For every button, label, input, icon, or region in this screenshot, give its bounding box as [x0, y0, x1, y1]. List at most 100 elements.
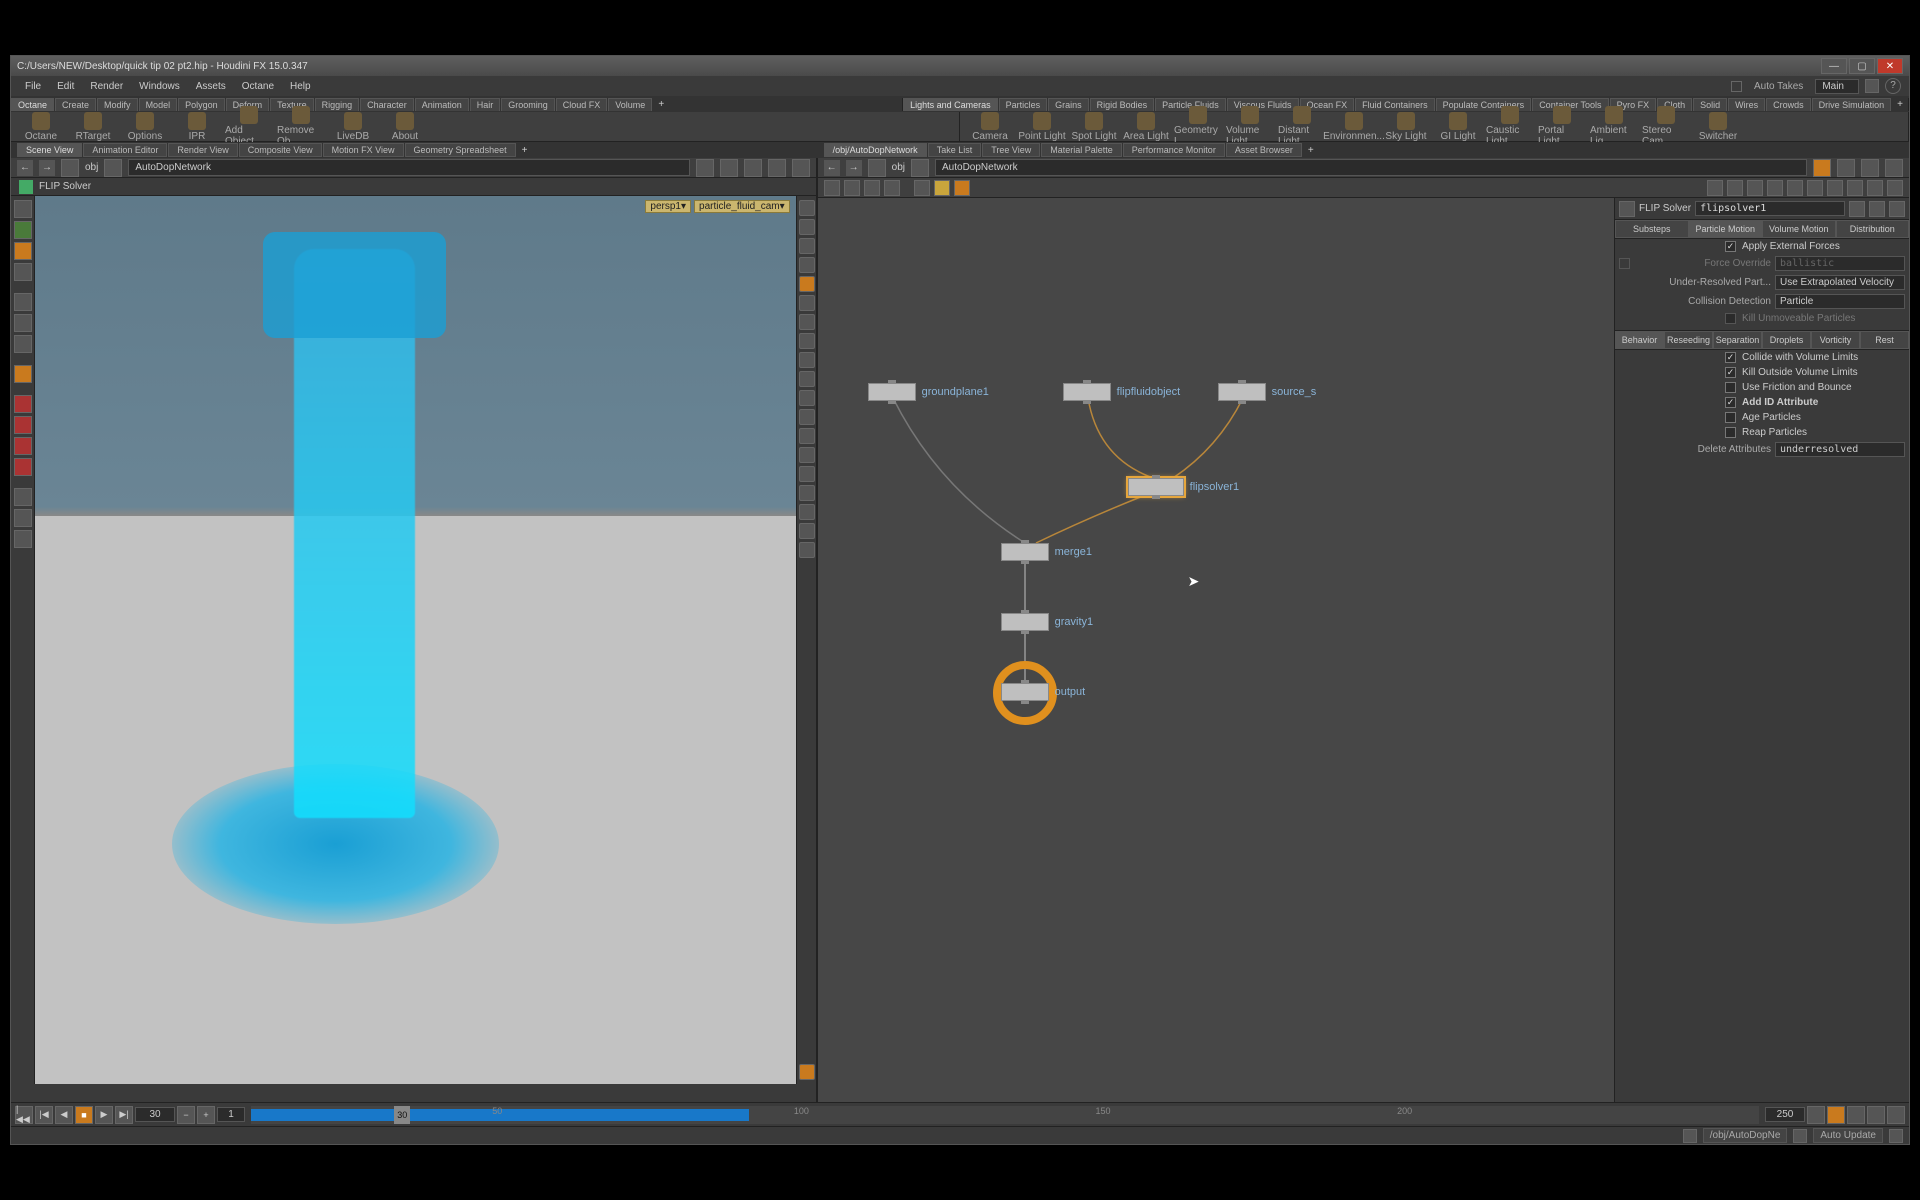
vp-footer-btn[interactable] — [17, 1086, 31, 1100]
dropdown-collision-det[interactable]: Particle — [1775, 294, 1905, 309]
timeline-track[interactable]: 30 50 100 150 200 — [251, 1106, 1759, 1124]
tool-move[interactable] — [14, 293, 32, 311]
shelf-tab[interactable]: Modify — [97, 98, 138, 111]
shelf-button[interactable]: Add Object... — [225, 106, 273, 147]
shelf-tab[interactable]: Asset Browser — [1226, 143, 1302, 157]
chk-apply-external[interactable]: ✓Apply External Forces — [1615, 239, 1909, 254]
shelf-tab[interactable]: Hair — [470, 98, 501, 111]
frame-dec[interactable]: − — [177, 1106, 195, 1124]
net-icon2[interactable] — [911, 159, 929, 177]
home-icon[interactable] — [61, 159, 79, 177]
stop-button[interactable]: ■ — [75, 1106, 93, 1124]
disp-opt-16[interactable] — [799, 485, 815, 501]
shelf-tab[interactable]: Composite View — [239, 143, 322, 157]
val-force-override[interactable]: ballistic — [1775, 256, 1905, 271]
shelf-button[interactable]: Camera — [966, 112, 1014, 142]
view-opt2-icon[interactable] — [794, 180, 808, 194]
nt-folder-icon[interactable] — [954, 180, 970, 196]
menu-octane[interactable]: Octane — [236, 79, 280, 94]
maximize-button[interactable]: ▢ — [1849, 58, 1875, 74]
end-frame-field[interactable]: 250 — [1765, 1107, 1805, 1122]
disp-opt-13[interactable] — [799, 428, 815, 444]
shelf-button[interactable]: IPR — [173, 112, 221, 142]
nt-o1[interactable] — [1707, 180, 1723, 196]
menu-windows[interactable]: Windows — [133, 79, 186, 94]
shelf-tab[interactable]: Motion FX View — [323, 143, 404, 157]
nt-zoom-icon[interactable] — [1867, 180, 1883, 196]
shelf-tab[interactable]: Wires — [1728, 98, 1765, 111]
persp-badge[interactable]: persp1▾ — [645, 200, 691, 213]
tool-snap-pt[interactable] — [14, 416, 32, 434]
play-button[interactable]: ▶ — [95, 1106, 113, 1124]
path-field[interactable]: AutoDopNetwork — [128, 159, 689, 176]
shelf-tab[interactable]: Solid — [1693, 98, 1727, 111]
force-override-cb[interactable] — [1619, 258, 1630, 269]
tool-wire[interactable] — [14, 530, 32, 548]
menu-file[interactable]: File — [19, 79, 47, 94]
chk-age-particles[interactable]: Age Particles — [1615, 410, 1909, 425]
view-opt-icon[interactable] — [774, 180, 788, 194]
shelf-button[interactable]: Remove Ob... — [277, 106, 325, 147]
subtab-rest[interactable]: Rest — [1860, 331, 1909, 349]
shelf-tab[interactable]: Rigid Bodies — [1090, 98, 1155, 111]
chk-add-id[interactable]: ✓Add ID Attribute — [1615, 395, 1909, 410]
disp-opt-15[interactable] — [799, 466, 815, 482]
nt-table[interactable] — [864, 180, 880, 196]
gear-icon[interactable] — [1849, 201, 1865, 217]
disp-opt-7[interactable] — [799, 314, 815, 330]
shelf-button[interactable]: Caustic Light — [1486, 106, 1534, 147]
node-graph[interactable]: groundplane1 flipfluidobject source_s fl… — [818, 198, 1614, 1102]
node-groundplane[interactable]: groundplane1 — [868, 383, 989, 401]
disp-flag[interactable] — [799, 1064, 815, 1080]
tool-scale[interactable] — [14, 335, 32, 353]
display-icon[interactable] — [720, 159, 738, 177]
node-merge[interactable]: merge1 — [1001, 543, 1092, 561]
title-bar[interactable]: C:/Users/NEW/Desktop/quick tip 02 pt2.hi… — [11, 56, 1909, 76]
shelf-tab[interactable]: Lights and Cameras — [903, 98, 998, 111]
tool-snap-crv[interactable] — [14, 437, 32, 455]
tab-volume-motion[interactable]: Volume Motion — [1762, 220, 1836, 238]
tool-handle[interactable] — [14, 365, 32, 383]
disp-opt-4[interactable] — [799, 257, 815, 273]
shelf-button[interactable]: Spot Light — [1070, 112, 1118, 142]
frame-inc[interactable]: + — [197, 1106, 215, 1124]
subtab-behavior[interactable]: Behavior — [1615, 331, 1664, 349]
tool-rotate[interactable] — [14, 314, 32, 332]
node-flipfluidobject[interactable]: flipfluidobject — [1063, 383, 1181, 401]
net-path-ctx[interactable]: obj — [892, 162, 905, 173]
add-tab-button[interactable]: + — [517, 144, 533, 157]
chk-kill-outside[interactable]: ✓Kill Outside Volume Limits — [1615, 365, 1909, 380]
nt-o2[interactable] — [1727, 180, 1743, 196]
tl-opt4[interactable] — [1887, 1106, 1905, 1124]
minimize-button[interactable]: — — [1821, 58, 1847, 74]
net-icon[interactable] — [104, 159, 122, 177]
status-path[interactable]: /obj/AutoDopNe — [1703, 1128, 1788, 1143]
shelf-tab[interactable]: Material Palette — [1041, 143, 1122, 157]
net-nav-back[interactable]: ← — [824, 160, 840, 176]
last-frame-button[interactable]: ▶| — [115, 1106, 133, 1124]
node-gravity[interactable]: gravity1 — [1001, 613, 1094, 631]
disp-opt-10[interactable] — [799, 371, 815, 387]
status-auto-update[interactable]: Auto Update — [1813, 1128, 1883, 1143]
tool-shade[interactable] — [14, 509, 32, 527]
shelf-button[interactable]: LiveDB — [329, 112, 377, 142]
param-name-field[interactable]: flipsolver1 — [1695, 201, 1845, 216]
net-pin-icon[interactable] — [1813, 159, 1831, 177]
tool-magnet[interactable] — [14, 458, 32, 476]
net-opt1[interactable] — [1837, 159, 1855, 177]
first-frame-button[interactable]: |◀◀ — [15, 1106, 33, 1124]
node-source[interactable]: source_s — [1218, 383, 1317, 401]
subtab-reseeding[interactable]: Reseeding — [1664, 331, 1713, 349]
nt-o9[interactable] — [1887, 180, 1903, 196]
nt-o4[interactable] — [1767, 180, 1783, 196]
play-back-button[interactable]: ◀ — [55, 1106, 73, 1124]
shelf-tab[interactable]: Tree View — [982, 143, 1040, 157]
subtab-separation[interactable]: Separation — [1713, 331, 1762, 349]
chk-collide-limits[interactable]: ✓Collide with Volume Limits — [1615, 350, 1909, 365]
shelf-tab[interactable]: Model — [139, 98, 178, 111]
info-icon[interactable] — [1869, 201, 1885, 217]
chk-reap-particles[interactable]: Reap Particles — [1615, 425, 1909, 440]
tl-realtime[interactable] — [1827, 1106, 1845, 1124]
shelf-tab[interactable]: /obj/AutoDopNetwork — [824, 143, 927, 157]
shelf-button[interactable]: Octane — [17, 112, 65, 142]
